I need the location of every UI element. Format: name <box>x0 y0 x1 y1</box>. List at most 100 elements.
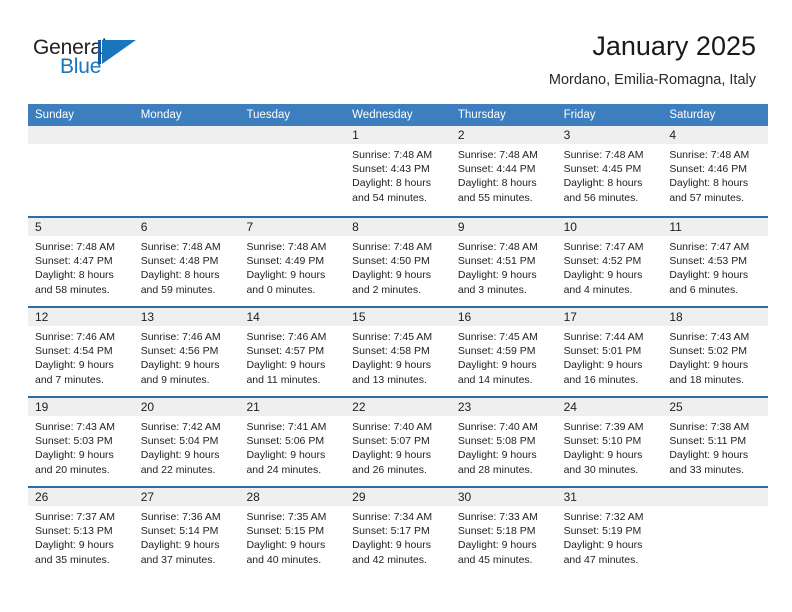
day-detail-lines: Sunrise: 7:37 AM Sunset: 5:13 PM Daylight:… <box>28 506 134 567</box>
calendar-day-cell-3[interactable]: 3 Sunrise: 7:48 AM Sunset: 4:45 PM Daylight… <box>556 126 663 216</box>
day-number: 13 <box>133 308 240 326</box>
day-detail-line: and 7 minutes. <box>35 373 104 386</box>
day-detail-lines <box>662 506 768 510</box>
day-detail-line: Daylight: 9 hours <box>669 449 749 462</box>
day-detail-lines <box>134 144 240 148</box>
day-number: 4 <box>662 126 769 144</box>
calendar-day-cell-25[interactable]: 25 Sunrise: 7:38 AM Sunset: 5:11 PM Dayligh… <box>662 398 769 486</box>
day-detail-lines: Sunrise: 7:47 AM Sunset: 4:53 PM Daylight:… <box>662 236 768 297</box>
day-detail-lines <box>28 144 134 148</box>
day-detail-line: and 57 minutes. <box>669 191 745 204</box>
day-number: 8 <box>345 218 451 236</box>
day-number: 7 <box>239 218 346 236</box>
day-detail-line: and 56 minutes. <box>563 191 639 204</box>
day-detail-line: Daylight: 9 hours <box>246 539 326 552</box>
day-detail-line: Daylight: 9 hours <box>35 539 114 552</box>
day-number: 16 <box>450 308 557 326</box>
calendar-day-cell-5[interactable]: 5 Sunrise: 7:48 AM Sunset: 4:47 PM Daylight… <box>28 218 134 306</box>
calendar-day-cell-30[interactable]: 30 Sunrise: 7:33 AM Sunset: 5:18 PM Dayligh… <box>450 488 557 576</box>
calendar-weekday-header: Sunday Monday Tuesday Wednesday Thursday Frid… <box>28 104 768 126</box>
day-detail-line: and 20 minutes. <box>35 463 110 476</box>
day-number: 5 <box>28 218 134 236</box>
day-number <box>662 488 769 506</box>
day-detail-line: Daylight: 9 hours <box>563 359 643 372</box>
calendar-day-cell-12[interactable]: 12 Sunrise: 7:46 AM Sunset: 4:54 PM Dayligh… <box>28 308 134 396</box>
day-detail-line: Daylight: 9 hours <box>352 449 431 462</box>
calendar-day-cell-11[interactable]: 11 Sunrise: 7:47 AM Sunset: 4:53 PM Dayligh… <box>662 218 769 306</box>
calendar-day-cell-1[interactable]: 1 Sunrise: 7:48 AM Sunset: 4:43 PM Daylight… <box>345 126 451 216</box>
calendar-day-cell-27[interactable]: 27 Sunrise: 7:36 AM Sunset: 5:14 PM Dayligh… <box>133 488 240 576</box>
day-detail-line: and 13 minutes. <box>352 373 427 386</box>
day-detail-line: Sunset: 4:43 PM <box>352 163 430 176</box>
day-detail-line: Daylight: 9 hours <box>457 449 537 462</box>
calendar-day-cell-13[interactable]: 13 Sunrise: 7:46 AM Sunset: 4:56 PM Dayligh… <box>133 308 240 396</box>
day-detail-lines: Sunrise: 7:48 AM Sunset: 4:50 PM Daylight:… <box>345 236 451 297</box>
calendar-day-cell-29[interactable]: 29 Sunrise: 7:34 AM Sunset: 5:17 PM Dayligh… <box>345 488 451 576</box>
calendar-day-cell-24[interactable]: 24 Sunrise: 7:39 AM Sunset: 5:10 PM Dayligh… <box>556 398 663 486</box>
day-detail-line: Daylight: 9 hours <box>457 269 537 282</box>
title-block: January 2025 Mordano, Emilia-Romagna, It… <box>549 30 756 90</box>
calendar-day-cell-22[interactable]: 22 Sunrise: 7:40 AM Sunset: 5:07 PM Dayligh… <box>345 398 451 486</box>
day-detail-line: Sunrise: 7:40 AM <box>352 421 433 433</box>
calendar-day-cell-16[interactable]: 16 Sunrise: 7:45 AM Sunset: 4:59 PM Dayligh… <box>450 308 557 396</box>
day-number: 23 <box>450 398 557 416</box>
day-detail-line: Daylight: 9 hours <box>669 359 749 372</box>
day-detail-lines: Sunrise: 7:48 AM Sunset: 4:43 PM Daylight:… <box>345 144 451 205</box>
day-detail-lines <box>239 144 345 148</box>
calendar-day-cell-28[interactable]: 28 Sunrise: 7:35 AM Sunset: 5:15 PM Dayligh… <box>239 488 346 576</box>
calendar-day-cell-19[interactable]: 19 Sunrise: 7:43 AM Sunset: 5:03 PM Dayligh… <box>28 398 134 486</box>
calendar-day-cell-8[interactable]: 8 Sunrise: 7:48 AM Sunset: 4:50 PM Daylight… <box>345 218 451 306</box>
day-detail-lines: Sunrise: 7:48 AM Sunset: 4:49 PM Daylight:… <box>239 236 345 297</box>
logo-triangle-shape <box>102 40 136 64</box>
day-detail-lines: Sunrise: 7:48 AM Sunset: 4:44 PM Daylight:… <box>451 144 557 205</box>
day-detail-line: Sunset: 5:17 PM <box>352 525 430 538</box>
day-detail-line: and 0 minutes. <box>246 283 316 296</box>
day-number: 15 <box>345 308 451 326</box>
day-detail-line: Sunset: 4:52 PM <box>563 255 642 268</box>
day-detail-line: Daylight: 9 hours <box>563 449 643 462</box>
day-detail-line: and 45 minutes. <box>457 553 533 566</box>
day-detail-line: and 2 minutes. <box>352 283 422 296</box>
calendar-day-cell-9[interactable]: 9 Sunrise: 7:48 AM Sunset: 4:51 PM Daylight… <box>450 218 557 306</box>
weekday-header-friday: Friday <box>563 109 596 121</box>
day-detail-line: Sunrise: 7:46 AM <box>35 331 115 343</box>
calendar-day-cell-7[interactable]: 7 Sunrise: 7:48 AM Sunset: 4:49 PM Daylight… <box>239 218 346 306</box>
day-number: 24 <box>556 398 663 416</box>
calendar-day-cell-17[interactable]: 17 Sunrise: 7:44 AM Sunset: 5:01 PM Dayligh… <box>556 308 663 396</box>
day-detail-line: Sunset: 5:06 PM <box>246 435 325 448</box>
day-detail-line: Daylight: 9 hours <box>246 359 326 372</box>
day-detail-line: Sunset: 4:50 PM <box>352 255 430 268</box>
day-detail-line: Daylight: 9 hours <box>35 359 114 372</box>
day-detail-line: Sunrise: 7:32 AM <box>563 511 644 523</box>
day-detail-line: Sunset: 4:57 PM <box>246 345 325 358</box>
day-detail-lines: Sunrise: 7:48 AM Sunset: 4:51 PM Daylight:… <box>451 236 557 297</box>
day-detail-line: and 11 minutes. <box>246 373 321 386</box>
calendar-day-cell-6[interactable]: 6 Sunrise: 7:48 AM Sunset: 4:48 PM Daylight… <box>133 218 240 306</box>
day-detail-line: Sunset: 4:45 PM <box>563 163 642 176</box>
calendar-day-cell-18[interactable]: 18 Sunrise: 7:43 AM Sunset: 5:02 PM Dayligh… <box>662 308 769 396</box>
day-detail-line: and 28 minutes. <box>457 463 533 476</box>
day-number: 21 <box>239 398 346 416</box>
calendar-day-cell-15[interactable]: 15 Sunrise: 7:45 AM Sunset: 4:58 PM Dayligh… <box>345 308 451 396</box>
brand-logo[interactable]: General Blue <box>33 36 213 84</box>
day-number: 28 <box>239 488 346 506</box>
calendar-day-cell-31[interactable]: 31 Sunrise: 7:32 AM Sunset: 5:19 PM Dayligh… <box>556 488 663 576</box>
calendar-day-cell-10[interactable]: 10 Sunrise: 7:47 AM Sunset: 4:52 PM Dayligh… <box>556 218 663 306</box>
day-detail-line: and 59 minutes. <box>140 283 216 296</box>
day-detail-line: and 47 minutes. <box>563 553 639 566</box>
day-detail-lines: Sunrise: 7:45 AM Sunset: 4:59 PM Daylight:… <box>451 326 557 387</box>
day-detail-lines: Sunrise: 7:46 AM Sunset: 4:54 PM Daylight:… <box>28 326 134 387</box>
calendar-day-cell-14[interactable]: 14 Sunrise: 7:46 AM Sunset: 4:57 PM Dayligh… <box>239 308 346 396</box>
day-detail-line: and 40 minutes. <box>246 553 322 566</box>
calendar-day-cell-26[interactable]: 26 Sunrise: 7:37 AM Sunset: 5:13 PM Dayligh… <box>28 488 134 576</box>
calendar-day-cell-23[interactable]: 23 Sunrise: 7:40 AM Sunset: 5:08 PM Dayligh… <box>450 398 557 486</box>
day-detail-lines: Sunrise: 7:46 AM Sunset: 4:57 PM Daylight:… <box>239 326 345 387</box>
day-detail-lines: Sunrise: 7:35 AM Sunset: 5:15 PM Daylight:… <box>239 506 345 567</box>
day-detail-line: Sunrise: 7:43 AM <box>35 421 115 433</box>
calendar-day-cell-20[interactable]: 20 Sunrise: 7:42 AM Sunset: 5:04 PM Dayligh… <box>133 398 240 486</box>
calendar-day-cell-21[interactable]: 21 Sunrise: 7:41 AM Sunset: 5:06 PM Dayligh… <box>239 398 346 486</box>
calendar-day-cell-2[interactable]: 2 Sunrise: 7:48 AM Sunset: 4:44 PM Daylight… <box>450 126 557 216</box>
calendar-day-cell-4[interactable]: 4 Sunrise: 7:48 AM Sunset: 4:46 PM Daylight… <box>662 126 769 216</box>
day-detail-line: and 22 minutes. <box>140 463 216 476</box>
day-detail-line: Daylight: 9 hours <box>246 269 326 282</box>
